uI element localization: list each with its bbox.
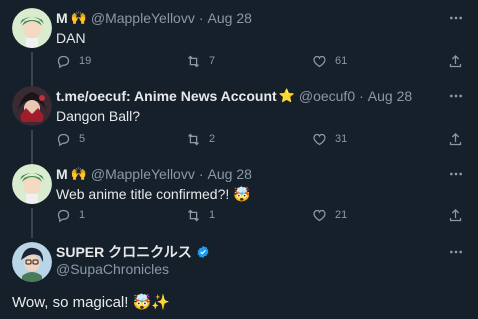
tweet-actions: 1 1 21 bbox=[56, 205, 466, 225]
share-icon bbox=[449, 132, 462, 145]
like-icon bbox=[313, 55, 326, 67]
more-icon[interactable] bbox=[446, 86, 466, 106]
retweet-button[interactable]: 7 bbox=[186, 51, 215, 71]
tweet-header: t.me/oecuf: Anime News Account ⭐ @oecuf0… bbox=[56, 86, 412, 106]
tweet-header: M 🙌 @MappleYellovv · Aug 28 bbox=[56, 164, 252, 184]
retweet-icon bbox=[188, 209, 199, 221]
like-icon bbox=[313, 133, 326, 145]
tweet-text: DAN bbox=[56, 30, 86, 46]
username[interactable]: @oecuf0 bbox=[299, 88, 355, 104]
reply-count: 5 bbox=[79, 133, 86, 145]
username[interactable]: @MappleYellovv bbox=[91, 10, 195, 26]
more-icon[interactable] bbox=[446, 242, 466, 262]
like-button[interactable]: 31 bbox=[312, 129, 347, 149]
timestamp[interactable]: Aug 28 bbox=[208, 10, 252, 26]
tweet-text: Web anime title confirmed?! 🤯 bbox=[56, 186, 251, 202]
thread-line bbox=[31, 130, 33, 166]
retweet-icon bbox=[188, 133, 199, 145]
avatar[interactable] bbox=[12, 8, 52, 48]
separator: · bbox=[359, 88, 364, 104]
tweet-actions: 5 2 31 bbox=[56, 129, 466, 149]
retweet-count: 2 bbox=[209, 133, 216, 145]
like-button[interactable]: 21 bbox=[312, 205, 347, 225]
reply-button[interactable]: 1 bbox=[56, 205, 85, 225]
username[interactable]: @SupaChronicles bbox=[56, 261, 169, 277]
retweet-count: 7 bbox=[209, 55, 216, 67]
share-icon bbox=[449, 208, 462, 221]
reply-button[interactable]: 5 bbox=[56, 129, 85, 149]
avatar[interactable] bbox=[12, 86, 52, 126]
retweet-icon bbox=[188, 55, 199, 67]
reply-button[interactable]: 19 bbox=[56, 51, 91, 71]
tweet-text: Dangon Ball? bbox=[56, 108, 141, 124]
username[interactable]: @MappleYellovv bbox=[91, 166, 195, 182]
name-emoji: 🙌 bbox=[70, 166, 87, 181]
like-icon bbox=[313, 209, 326, 221]
like-count: 31 bbox=[335, 133, 348, 145]
share-button[interactable] bbox=[448, 51, 463, 71]
like-count: 61 bbox=[335, 55, 348, 67]
separator: · bbox=[198, 166, 204, 182]
reply-count: 19 bbox=[79, 55, 92, 67]
name-emoji: 🙌 bbox=[70, 10, 87, 25]
share-button[interactable] bbox=[448, 205, 463, 225]
retweet-button[interactable]: 1 bbox=[186, 205, 215, 225]
name-emoji: ⭐ bbox=[278, 88, 295, 103]
more-icon[interactable] bbox=[446, 164, 466, 184]
avatar[interactable] bbox=[12, 164, 52, 204]
reply-icon bbox=[57, 55, 70, 68]
thread-line bbox=[31, 208, 33, 238]
more-icon[interactable] bbox=[446, 8, 466, 28]
share-icon bbox=[449, 54, 462, 67]
share-button[interactable] bbox=[448, 129, 463, 149]
like-count: 21 bbox=[335, 209, 348, 221]
display-name[interactable]: M bbox=[56, 166, 68, 182]
tweet-header: M 🙌 @MappleYellovv · Aug 28 bbox=[56, 8, 252, 28]
tweet-header: SUPER クロニクルス bbox=[56, 242, 210, 262]
separator: · bbox=[198, 10, 204, 26]
display-name[interactable]: SUPER クロニクルス bbox=[56, 242, 192, 262]
reply-count: 1 bbox=[79, 209, 86, 221]
retweet-count: 1 bbox=[209, 209, 216, 221]
display-name[interactable]: M bbox=[56, 10, 68, 26]
timestamp[interactable]: Aug 28 bbox=[208, 166, 252, 182]
verified-badge-icon bbox=[197, 245, 209, 259]
tweet-actions: 19 7 61 bbox=[56, 51, 466, 71]
reply-icon bbox=[57, 133, 70, 146]
tweet-text: Wow, so magical! 🤯✨ bbox=[12, 294, 170, 311]
avatar[interactable] bbox=[12, 242, 52, 282]
reply-icon bbox=[57, 209, 70, 222]
display-name[interactable]: t.me/oecuf: Anime News Account bbox=[56, 88, 277, 104]
main-tweet[interactable]: SUPER クロニクルス @SupaChronicles Wow, so mag… bbox=[0, 242, 478, 319]
timestamp[interactable]: Aug 28 bbox=[368, 88, 412, 104]
like-button[interactable]: 61 bbox=[312, 51, 347, 71]
retweet-button[interactable]: 2 bbox=[186, 129, 215, 149]
